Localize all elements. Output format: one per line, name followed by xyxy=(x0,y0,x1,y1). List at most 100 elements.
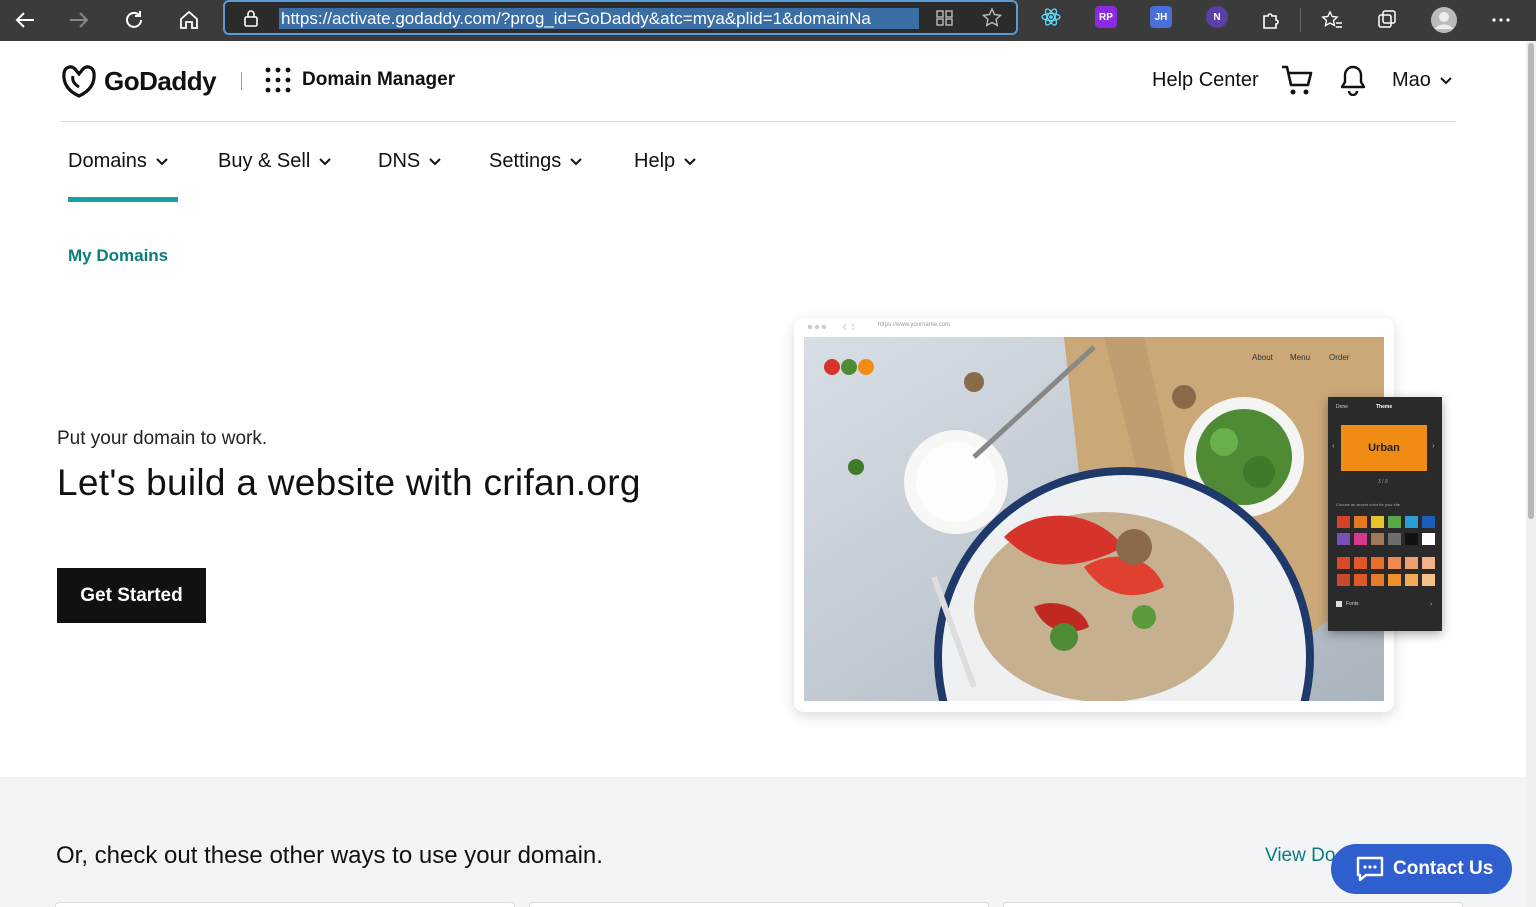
react-devtools-icon[interactable] xyxy=(1040,6,1062,28)
collections-icon[interactable] xyxy=(1371,4,1403,36)
user-menu[interactable]: Mao xyxy=(1392,69,1453,92)
color-swatch xyxy=(1388,516,1401,528)
other-ways-title: Or, check out these other ways to use yo… xyxy=(56,842,603,869)
chevron-down-icon xyxy=(156,157,168,165)
chevron-down-icon xyxy=(429,157,441,165)
color-swatch xyxy=(1371,574,1384,586)
more-options-icon[interactable] xyxy=(1485,4,1517,36)
mock-menu-order: Order xyxy=(1329,353,1350,362)
add-favorite-icon[interactable] xyxy=(981,7,1003,34)
favorites-icon[interactable] xyxy=(1316,4,1348,36)
lock-icon[interactable] xyxy=(243,9,259,32)
color-swatch xyxy=(1388,574,1401,586)
nav-help-label: Help xyxy=(634,150,676,172)
mock-browser-bar: https://www.yourname.com xyxy=(794,318,1394,336)
forward-arrow-icon[interactable] xyxy=(63,4,95,36)
browser-toolbar: https://activate.godaddy.com/?prog_id=Go… xyxy=(0,0,1536,41)
header-divider-line xyxy=(61,121,1456,122)
color-swatches-row-4 xyxy=(1337,574,1435,586)
color-swatch xyxy=(1388,557,1401,569)
reload-icon[interactable] xyxy=(118,4,150,36)
scrollbar-thumb[interactable] xyxy=(1528,43,1534,519)
color-swatch xyxy=(1388,533,1401,545)
color-swatch xyxy=(1422,516,1435,528)
godaddy-logo-icon xyxy=(62,65,96,98)
chevron-right-icon: › xyxy=(1430,601,1433,608)
color-swatch xyxy=(1405,533,1418,545)
back-arrow-icon[interactable] xyxy=(9,4,41,36)
nav-dns-label: DNS xyxy=(378,150,421,172)
nav-domains[interactable]: Domains xyxy=(68,150,169,173)
color-swatch xyxy=(1354,557,1367,569)
home-icon[interactable] xyxy=(173,4,205,36)
theme-panel: Done Theme ‹ Urban › 3 / 8 Choose an acc… xyxy=(1328,397,1442,631)
color-swatch xyxy=(1371,557,1384,569)
nav-domains-label: Domains xyxy=(68,150,147,172)
option-card[interactable] xyxy=(1003,902,1463,907)
color-swatch xyxy=(1337,516,1350,528)
profile-avatar-icon[interactable] xyxy=(1428,4,1460,36)
nav-settings[interactable]: Settings xyxy=(489,150,583,173)
color-swatch xyxy=(1405,574,1418,586)
chevron-down-icon xyxy=(570,157,582,165)
get-started-button[interactable]: Get Started xyxy=(57,568,206,623)
color-swatch xyxy=(1354,574,1367,586)
color-swatch xyxy=(1405,516,1418,528)
fonts-label: Fonts xyxy=(1346,601,1359,607)
chat-icon xyxy=(1356,856,1384,882)
extension-rp-icon[interactable]: RP xyxy=(1095,6,1117,28)
nav-help[interactable]: Help xyxy=(634,150,697,173)
brand-name: GoDaddy xyxy=(104,65,217,96)
theme-card: Urban xyxy=(1341,425,1427,471)
color-prompt: Choose an accent color for your site xyxy=(1336,502,1401,507)
page-scrollbar[interactable] xyxy=(1526,41,1536,907)
bell-icon[interactable] xyxy=(1338,64,1368,101)
option-card[interactable] xyxy=(55,902,515,907)
help-center-link[interactable]: Help Center xyxy=(1152,69,1259,92)
color-swatch xyxy=(1371,516,1384,528)
chevron-down-icon xyxy=(1440,76,1452,84)
view-domains-link[interactable]: View Do xyxy=(1265,845,1335,867)
product-title[interactable]: Domain Manager xyxy=(302,69,455,91)
extensions-puzzle-icon[interactable] xyxy=(1255,4,1287,36)
nav-settings-label: Settings xyxy=(489,150,562,172)
option-card[interactable] xyxy=(529,902,989,907)
nav-dns[interactable]: DNS xyxy=(378,150,442,173)
hero-subtitle: Put your domain to work. xyxy=(57,428,268,449)
color-swatch xyxy=(1405,557,1418,569)
chevron-right-icon: › xyxy=(1432,441,1435,450)
app-available-icon[interactable] xyxy=(935,9,955,32)
breadcrumb-my-domains[interactable]: My Domains xyxy=(68,246,168,266)
color-swatch xyxy=(1371,533,1384,545)
cart-icon[interactable] xyxy=(1280,63,1314,102)
panel-tab-theme: Theme xyxy=(1376,404,1393,410)
chevron-left-icon: ‹ xyxy=(1332,441,1335,450)
color-swatch xyxy=(1337,557,1350,569)
header-divider xyxy=(241,72,242,90)
color-swatch xyxy=(1337,533,1350,545)
url-text[interactable]: https://activate.godaddy.com/?prog_id=Go… xyxy=(279,8,919,29)
food-photo: About Menu Order xyxy=(804,337,1384,701)
extension-n-icon[interactable]: N xyxy=(1206,6,1228,28)
theme-page: 3 / 8 xyxy=(1378,479,1388,485)
nav-buy-sell[interactable]: Buy & Sell xyxy=(218,150,332,173)
color-swatch xyxy=(1354,516,1367,528)
extension-jh-icon[interactable]: JH xyxy=(1150,6,1172,28)
toolbar-divider xyxy=(1300,8,1301,32)
godaddy-logo[interactable]: GoDaddy xyxy=(60,63,217,99)
color-swatch xyxy=(1422,574,1435,586)
color-swatch xyxy=(1422,533,1435,545)
website-preview-illustration: https://www.yourname.com About Menu Orde… xyxy=(794,318,1394,712)
mock-menu-about: About xyxy=(1252,353,1273,362)
address-bar[interactable]: https://activate.godaddy.com/?prog_id=Go… xyxy=(223,0,1018,35)
contact-us-button[interactable]: Contact Us xyxy=(1331,844,1512,894)
panel-tab-done: Done xyxy=(1336,404,1348,410)
color-swatch xyxy=(1422,557,1435,569)
color-swatch xyxy=(1337,574,1350,586)
window-dots-icon xyxy=(807,323,856,331)
apps-grid-icon[interactable] xyxy=(265,67,291,98)
fonts-icon xyxy=(1336,601,1342,607)
color-swatches-row-1 xyxy=(1337,516,1435,528)
color-swatches-row-2 xyxy=(1337,533,1435,545)
chevron-down-icon xyxy=(319,157,331,165)
